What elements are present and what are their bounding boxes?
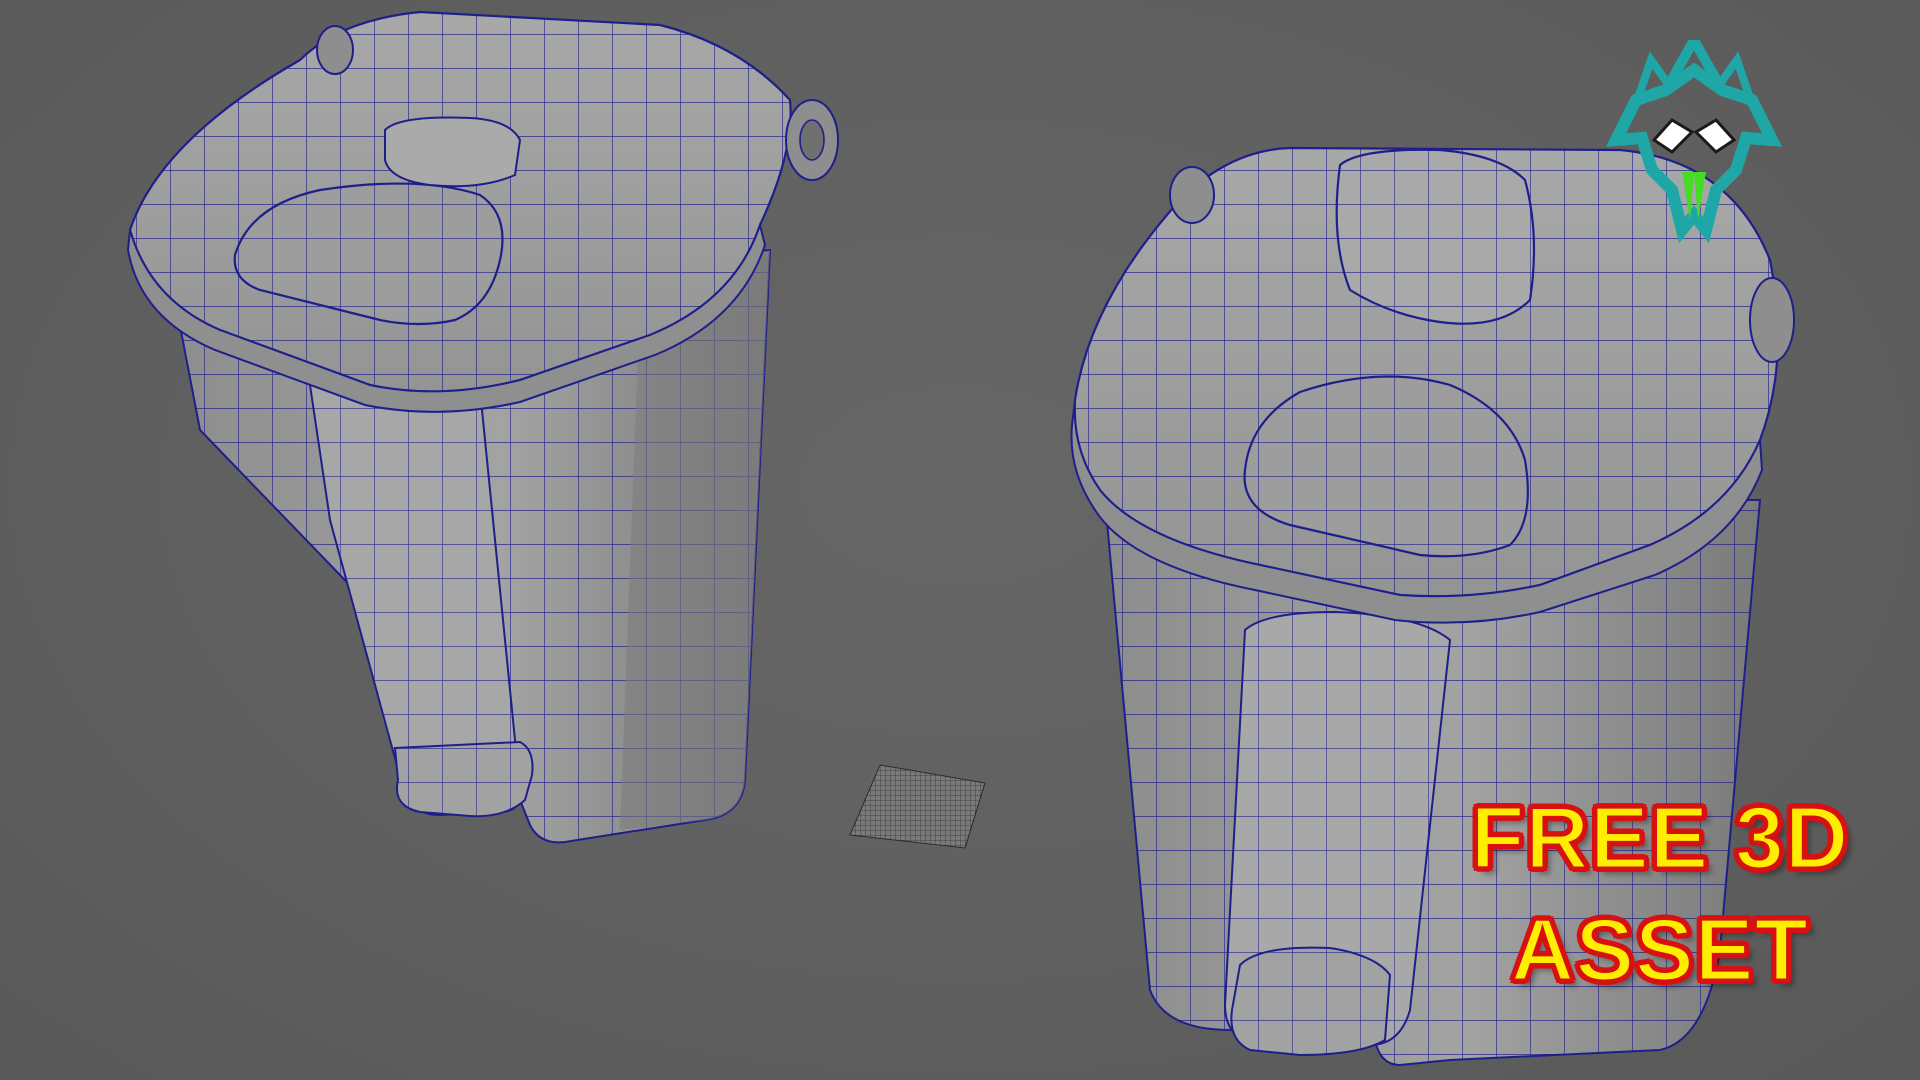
promo-line-free-3d: FREE 3D — [1469, 787, 1850, 889]
promo-line-asset: ASSET — [1509, 899, 1810, 1001]
3d-viewport[interactable]: FREE 3D ASSET — [0, 0, 1920, 1080]
wolf-head-logo-icon — [1605, 40, 1783, 244]
grid-marker[interactable] — [849, 764, 986, 849]
trash-bin-left[interactable] — [126, 10, 839, 844]
promo-text: FREE 3D ASSET — [1440, 782, 1880, 1006]
